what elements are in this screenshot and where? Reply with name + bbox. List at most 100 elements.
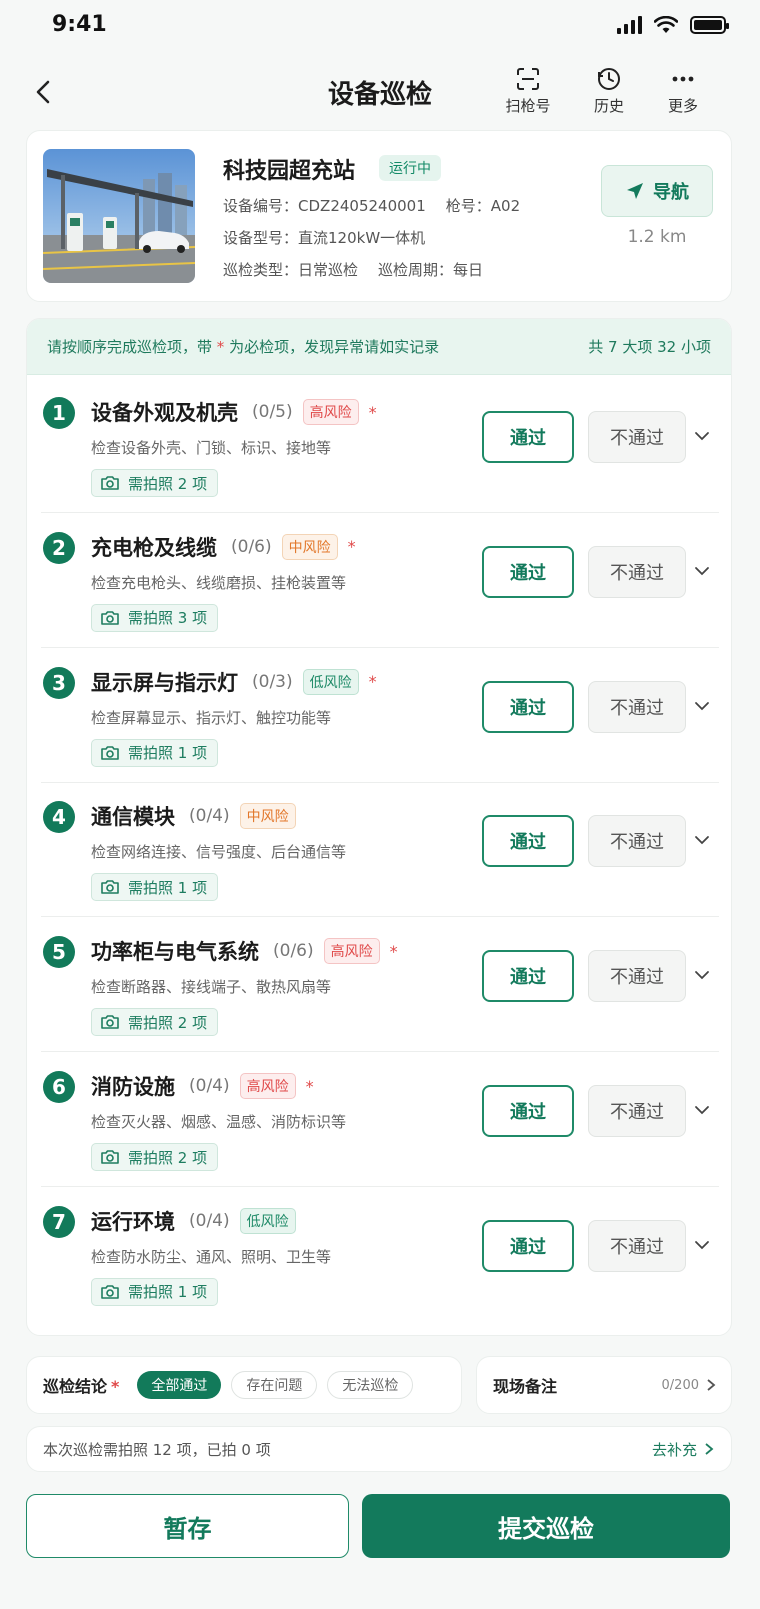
item-description: 检查灭火器、烟感、温感、消防标识等: [91, 1113, 347, 1131]
photo-required-tag[interactable]: 需拍照 1 项: [91, 1277, 219, 1306]
history-button[interactable]: 历史: [579, 66, 639, 116]
item-header: 显示屏与指示灯 (0/3) 低风险 *: [91, 667, 377, 697]
remarks-counter: 0/200: [662, 1378, 717, 1393]
more-icon: [672, 76, 694, 82]
pass-button[interactable]: 通过: [482, 950, 574, 1003]
photo-required-tag[interactable]: 需拍照 2 项: [91, 1143, 219, 1171]
required-star: *: [389, 941, 398, 961]
gun-no: A02: [490, 197, 521, 215]
remarks-label: 现场备注: [493, 1377, 558, 1396]
more-button[interactable]: 更多: [653, 66, 713, 116]
chevron-down-icon[interactable]: [693, 697, 711, 715]
submit-inspection-button[interactable]: 提交巡检: [362, 1494, 730, 1558]
item-description: 检查屏幕显示、指示灯、触控功能等: [91, 708, 332, 727]
fail-button[interactable]: 不通过: [588, 950, 686, 1003]
photo-required-tag[interactable]: 需拍照 3 项: [91, 603, 219, 632]
page-title: 设备巡检: [327, 80, 432, 110]
battery-icon: [690, 16, 729, 34]
item-title: 充电枪及线缆: [91, 535, 217, 560]
item-header: 功率柜与电气系统 (0/6) 高风险 *: [91, 936, 398, 966]
fail-button[interactable]: 不通过: [588, 1219, 686, 1272]
cycle-value: 每日: [453, 261, 484, 279]
chevron-down-icon[interactable]: [693, 427, 711, 445]
gun-label: 枪号：: [445, 197, 491, 215]
conclusion-option-has-issue[interactable]: 存在问题: [231, 1371, 318, 1399]
photo-required-tag[interactable]: 需拍照 2 项: [91, 469, 219, 497]
chevron-down-icon[interactable]: [693, 831, 711, 849]
photo-required-label: 需拍照 2 项: [128, 1013, 208, 1032]
status-bar: 9:41: [0, 0, 760, 56]
photo-required-label: 需拍照 1 项: [128, 1283, 208, 1302]
pass-button[interactable]: 通过: [482, 680, 574, 733]
chevron-down-icon[interactable]: [693, 966, 711, 984]
wifi-icon: [654, 16, 678, 33]
pass-button[interactable]: 通过: [482, 1219, 574, 1272]
pass-button[interactable]: 通过: [482, 411, 574, 463]
device-no-label: 设备编号：: [223, 197, 299, 215]
chevron-down-icon[interactable]: [693, 1236, 711, 1254]
pass-button[interactable]: 通过: [482, 545, 574, 598]
chevron-down-icon[interactable]: [693, 1101, 711, 1119]
item-summary: 共 7 大项 32 小项: [588, 338, 711, 356]
item-description: 检查设备外壳、门锁、标识、接地等: [91, 439, 332, 457]
camera-icon: [101, 1015, 119, 1029]
camera-icon: [101, 476, 119, 490]
chevron-right-icon: [707, 1379, 716, 1391]
cycle-label: 巡检周期：: [378, 261, 454, 279]
item-number: 7: [43, 1205, 75, 1238]
item-title: 显示屏与指示灯: [91, 670, 238, 695]
item-progress: (0/6): [231, 536, 272, 557]
fail-button[interactable]: 不通过: [588, 815, 686, 868]
inspection-item: 1 设备外观及机壳 (0/5) 高风险 * 检查设备外壳、门锁、标识、接地等 需…: [27, 375, 731, 513]
inspection-item: 4 通信模块 (0/4) 中风险 检查网络连接、信号强度、后台通信等 需拍照 1…: [27, 779, 731, 918]
photo-summary: 本次巡检需拍照 12 项，已拍 0 项 去补充: [26, 1426, 732, 1472]
camera-icon: [101, 1284, 119, 1299]
conclusion-option-all-pass[interactable]: 全部通过: [137, 1371, 222, 1399]
supplement-link[interactable]: 去补充: [652, 1439, 715, 1460]
item-progress: (0/4): [189, 806, 230, 827]
fail-button[interactable]: 不通过: [588, 545, 686, 598]
type-value: 日常巡检: [298, 261, 359, 279]
type-info-line: 巡检类型：日常巡检 巡检周期：每日: [223, 259, 483, 280]
device-info-line: 设备编号：CDZ2405240001 枪号：A02: [223, 195, 520, 216]
fail-button[interactable]: 不通过: [588, 1085, 686, 1137]
risk-badge: 中风险: [239, 803, 296, 830]
save-draft-button[interactable]: 暂存: [26, 1494, 349, 1558]
model-info-line: 设备型号：直流120kW一体机: [223, 227, 425, 248]
inspection-item: 2 充电枪及线缆 (0/6) 中风险 * 检查充电枪头、线缆磨损、挂枪装置等 需…: [27, 510, 731, 648]
chevron-down-icon[interactable]: [693, 562, 711, 580]
pass-button[interactable]: 通过: [482, 815, 574, 868]
conclusion-label: 巡检结论 *: [43, 1373, 119, 1397]
item-progress: (0/4): [189, 1076, 230, 1096]
model-label: 设备型号：: [223, 229, 299, 247]
hint-bar: 请按顺序完成巡检项，带 * 为必检项，发现异常请如实记录 共 7 大项 32 小…: [27, 319, 731, 375]
item-header: 运行环境 (0/4) 低风险: [91, 1206, 296, 1236]
required-star: *: [111, 1377, 120, 1396]
photo-required-tag[interactable]: 需拍照 1 项: [91, 738, 219, 767]
status-time: 9:41: [52, 12, 107, 37]
scan-gun-label: 扫枪号: [505, 97, 551, 115]
remarks-card[interactable]: 现场备注 0/200: [476, 1356, 732, 1414]
item-header: 设备外观及机壳 (0/5) 高风险 *: [91, 397, 377, 427]
conclusion-option-unable[interactable]: 无法巡检: [327, 1371, 414, 1399]
photo-required-tag[interactable]: 需拍照 1 项: [91, 873, 219, 902]
item-title: 运行环境: [91, 1209, 175, 1234]
photo-required-tag[interactable]: 需拍照 2 项: [91, 1008, 219, 1037]
photo-required-label: 需拍照 2 项: [128, 1148, 208, 1167]
pass-button[interactable]: 通过: [482, 1085, 574, 1137]
item-progress: (0/5): [252, 402, 293, 422]
risk-badge: 中风险: [281, 533, 338, 560]
item-title: 消防设施: [91, 1075, 175, 1099]
photo-required-label: 需拍照 1 项: [128, 878, 208, 897]
photo-required-label: 需拍照 2 项: [128, 474, 208, 493]
fail-button[interactable]: 不通过: [588, 411, 686, 463]
model-value: 直流120kW一体机: [298, 229, 426, 247]
inspection-item: 6 消防设施 (0/4) 高风险 * 检查灭火器、烟感、温感、消防标识等 需拍照…: [27, 1049, 731, 1187]
status-icons: [617, 16, 729, 34]
chevron-right-icon: [705, 1443, 714, 1455]
item-number: 3: [43, 666, 75, 699]
fail-button[interactable]: 不通过: [588, 680, 686, 733]
scan-icon: [517, 68, 539, 90]
navigate-button[interactable]: 导航: [601, 165, 713, 217]
scan-gun-button[interactable]: 扫枪号: [498, 66, 558, 116]
